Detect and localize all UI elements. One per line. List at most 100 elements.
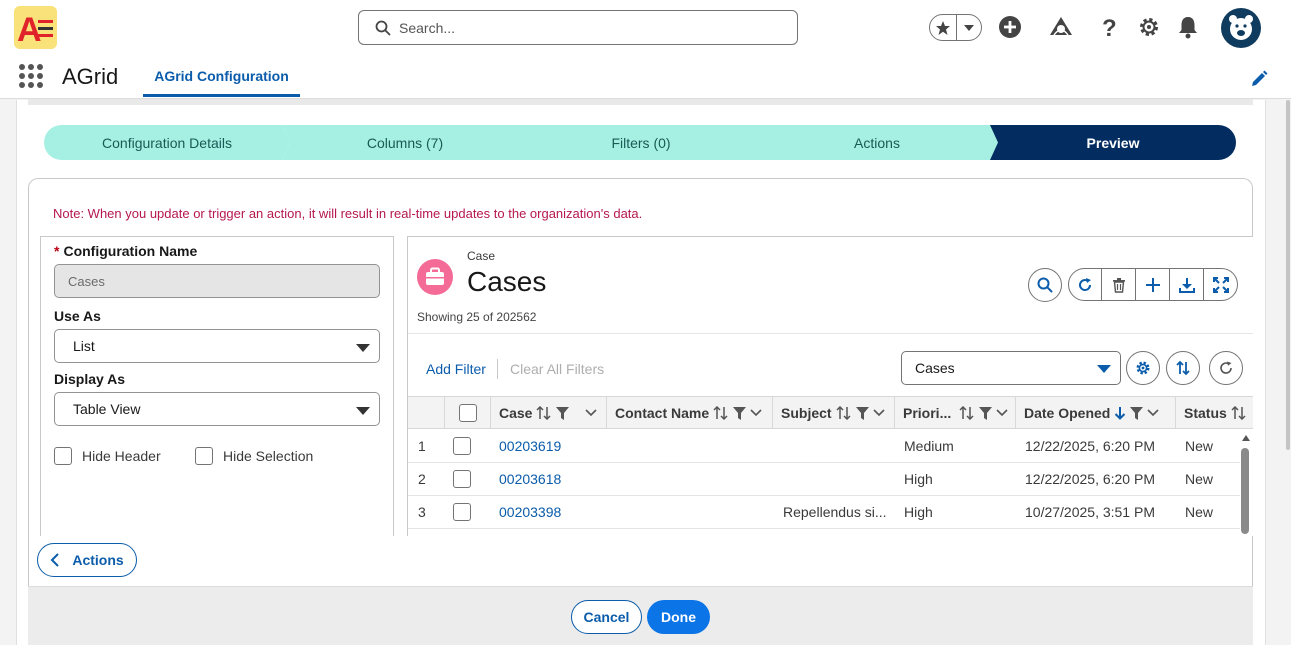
use-as-label: Use As <box>54 308 101 324</box>
status-cell: New <box>1185 504 1214 520</box>
tab-agrid-configuration[interactable]: AGrid Configuration <box>143 58 300 97</box>
checkbox[interactable] <box>54 447 72 465</box>
list-view-select[interactable]: Cases <box>901 351 1121 385</box>
app-logo[interactable]: A <box>14 6 57 49</box>
page-top-strip <box>28 99 1253 105</box>
filter-icon[interactable] <box>855 406 869 420</box>
case-number-link[interactable]: 00203618 <box>499 463 561 495</box>
grid-search-button[interactable] <box>1028 268 1062 302</box>
sort-arrows-icon[interactable] <box>536 406 552 420</box>
table-header: Case Contact Name Subject Priori... Date… <box>408 396 1253 429</box>
help-icon[interactable]: ? <box>1096 14 1122 40</box>
row-checkbox[interactable] <box>453 503 471 521</box>
reset-icon <box>1220 361 1232 374</box>
filter-icon[interactable] <box>1130 406 1144 420</box>
path-step-filters[interactable]: Filters (0) <box>518 125 764 160</box>
date-opened-cell: 12/22/2025, 6:20 PM <box>1025 438 1155 454</box>
sort-button[interactable] <box>1166 351 1200 385</box>
sort-arrows-icon[interactable] <box>1231 406 1247 420</box>
avatar[interactable] <box>1221 8 1261 48</box>
filter-icon[interactable] <box>556 406 570 420</box>
svg-text:?: ? <box>1102 15 1117 39</box>
trailhead-icon[interactable] <box>1048 14 1074 40</box>
case-number-link[interactable]: 00203619 <box>499 430 561 462</box>
download-icon <box>1178 277 1195 293</box>
column-header-contact-name[interactable]: Contact Name <box>607 397 773 429</box>
add-filter-link[interactable]: Add Filter <box>426 361 486 377</box>
checkbox[interactable] <box>195 447 213 465</box>
sort-arrows-icon[interactable] <box>713 406 729 420</box>
record-count: Showing 25 of 202562 <box>417 310 537 324</box>
expand-icon <box>1212 276 1229 293</box>
caret-down-icon <box>356 407 370 415</box>
priority-cell: Medium <box>904 438 954 454</box>
config-name-input: Cases <box>54 264 380 298</box>
chevron-down-icon[interactable] <box>750 409 762 417</box>
done-button[interactable]: Done <box>647 600 710 634</box>
bell-icon[interactable] <box>1175 14 1201 40</box>
download-button[interactable] <box>1170 268 1204 301</box>
chevron-down-icon[interactable] <box>1147 409 1159 417</box>
search-input[interactable] <box>399 19 779 36</box>
path-step-configuration-details[interactable]: Configuration Details <box>44 125 290 160</box>
case-number-link[interactable]: 00203398 <box>499 496 561 528</box>
clear-all-filters-link[interactable]: Clear All Filters <box>510 361 604 377</box>
column-header-date-opened[interactable]: Date Opened <box>1016 397 1176 429</box>
hide-selection-checkbox[interactable]: Hide Selection <box>195 447 313 465</box>
chevron-down-icon[interactable] <box>873 409 885 417</box>
caret-down-icon <box>1097 365 1111 373</box>
column-header-status[interactable]: Status <box>1176 397 1253 429</box>
briefcase-icon <box>417 259 453 295</box>
new-record-button[interactable] <box>1136 268 1170 301</box>
favorite-star-icon[interactable] <box>930 15 958 40</box>
delete-button[interactable] <box>1102 268 1136 301</box>
list-settings-button[interactable] <box>1126 351 1160 385</box>
page-scrollbar[interactable] <box>1285 100 1291 645</box>
required-marker: * <box>54 243 60 259</box>
date-opened-cell: 12/22/2025, 6:20 PM <box>1025 471 1155 487</box>
use-as-select[interactable]: List <box>54 329 380 363</box>
filter-icon[interactable] <box>733 406 747 420</box>
page-scrollbar-thumb[interactable] <box>1286 100 1290 450</box>
chevron-down-icon[interactable] <box>957 15 981 40</box>
arrow-down-icon[interactable] <box>1114 406 1126 420</box>
priority-cell: High <box>904 471 933 487</box>
row-checkbox[interactable] <box>453 437 471 455</box>
config-name-label: * Configuration Name <box>54 243 198 259</box>
chevron-down-icon[interactable] <box>585 409 598 417</box>
path-step-actions[interactable]: Actions <box>754 125 1000 160</box>
row-checkbox[interactable] <box>453 470 471 488</box>
column-header-subject[interactable]: Subject <box>773 397 895 429</box>
reset-button[interactable] <box>1209 351 1243 385</box>
grid-action-group <box>1068 268 1238 301</box>
column-header-priority[interactable]: Priori... <box>895 397 1016 429</box>
display-as-select[interactable]: Table View <box>54 392 380 426</box>
hide-header-checkbox[interactable]: Hide Header <box>54 447 161 465</box>
gear-icon[interactable] <box>1136 14 1162 40</box>
sort-arrows-icon[interactable] <box>836 406 852 420</box>
expand-button[interactable] <box>1204 268 1238 301</box>
table-row: 2 00203618 High 12/22/2025, 6:20 PM New <box>408 463 1240 496</box>
scrollbar-thumb[interactable] <box>1241 448 1249 534</box>
select-all-checkbox[interactable] <box>458 404 477 422</box>
settings-icon <box>1136 361 1150 375</box>
refresh-button[interactable] <box>1068 268 1102 301</box>
column-header-case[interactable]: Case <box>491 397 607 429</box>
add-icon[interactable] <box>997 14 1023 40</box>
path-step-columns[interactable]: Columns (7) <box>282 125 528 160</box>
back-to-actions-button[interactable]: Actions <box>37 543 137 577</box>
table-scrollbar[interactable] <box>1240 430 1252 534</box>
waffle-icon[interactable] <box>19 64 43 88</box>
trash-icon <box>1112 277 1125 293</box>
select-all-header <box>445 397 491 429</box>
path-step-preview[interactable]: Preview <box>990 125 1236 160</box>
edit-pencil-icon[interactable] <box>1250 70 1268 88</box>
filter-icon[interactable] <box>979 406 993 420</box>
global-header: A ? <box>0 0 1291 58</box>
chevron-down-icon[interactable] <box>996 409 1008 417</box>
scroll-up-icon[interactable] <box>1241 434 1251 442</box>
cancel-button[interactable]: Cancel <box>571 600 642 634</box>
sort-arrows-icon[interactable] <box>959 406 975 420</box>
sort-icon <box>1176 360 1190 376</box>
global-search[interactable] <box>358 10 798 45</box>
